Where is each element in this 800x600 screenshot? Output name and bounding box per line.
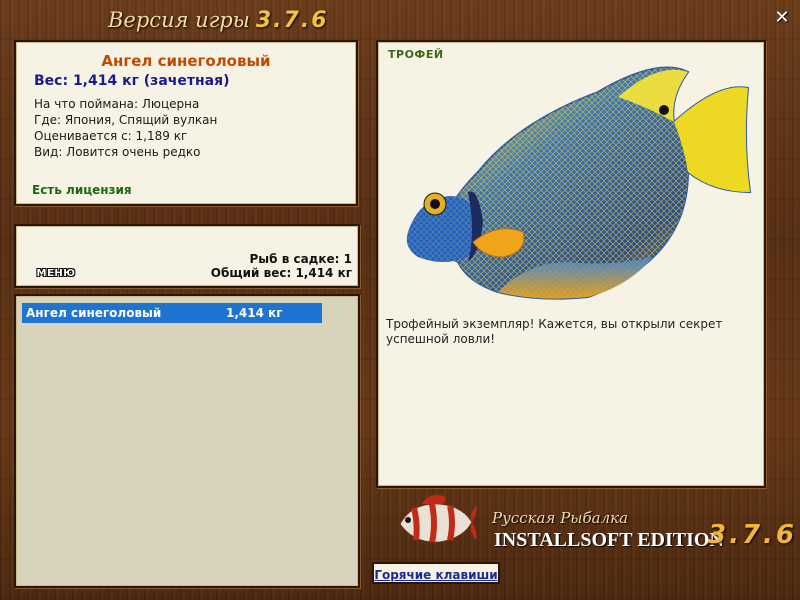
- title-version: 3.7.6: [255, 8, 329, 33]
- caught-on: На что поймана: Люцерна: [34, 97, 200, 111]
- game-logo: Русская Рыбалка INSTALLSOFT EDITION 3.7.…: [388, 490, 794, 560]
- title-prefix: Версия игры: [108, 8, 250, 32]
- keepnet-panel: МЕНЮ Рыб в садке: 1 Общий вес: 1,414 кг: [14, 224, 360, 288]
- keepnet-count: Рыб в садке: 1: [249, 252, 353, 266]
- keepnet-total-weight: Общий вес: 1,414 кг: [210, 266, 352, 280]
- logo-edition: INSTALLSOFT EDITION: [494, 529, 724, 551]
- catch-list: Ангел синеголовый 1,414 кг: [14, 294, 360, 588]
- close-icon[interactable]: ✕: [772, 8, 792, 28]
- catch-item-weight: 1,414 кг: [226, 306, 283, 320]
- trophy-badge: ТРОФЕЙ: [388, 48, 444, 61]
- fish-name: Ангел синеголовый: [101, 52, 271, 70]
- hotkeys-link[interactable]: Горячие клавиши: [372, 562, 500, 584]
- angelfish-illustration: [406, 66, 752, 300]
- location: Где: Япония, Спящий вулкан: [34, 113, 218, 127]
- logo-title: Русская Рыбалка: [492, 509, 629, 527]
- trophy-description: Трофейный экземпляр! Кажется, вы открыли…: [386, 317, 723, 346]
- valued-from: Оценивается с: 1,189 кг: [34, 129, 188, 143]
- catch-list-item[interactable]: Ангел синеголовый 1,414 кг: [22, 303, 322, 323]
- fish-info-panel: Ангел синеголовый Вес: 1,414 кг (зачетна…: [14, 40, 358, 206]
- catch-item-name: Ангел синеголовый: [26, 306, 162, 320]
- license-status: Есть лицензия: [32, 183, 132, 197]
- menu-button[interactable]: МЕНЮ: [34, 266, 78, 282]
- fish-photo-panel: ТРОФЕЙ Трофейный экземпляр! Кажется, вы …: [376, 40, 766, 488]
- window-title: Версия игры 3.7.6: [108, 8, 329, 38]
- logo-version: 3.7.6: [708, 520, 798, 550]
- logo-fish-icon: [399, 495, 477, 543]
- fish-weight: Вес: 1,414 кг (зачетная): [34, 73, 230, 89]
- fish-details: На что поймана: Люцерна Где: Япония, Спя…: [34, 96, 217, 160]
- rarity: Вид: Ловится очень редко: [34, 145, 201, 159]
